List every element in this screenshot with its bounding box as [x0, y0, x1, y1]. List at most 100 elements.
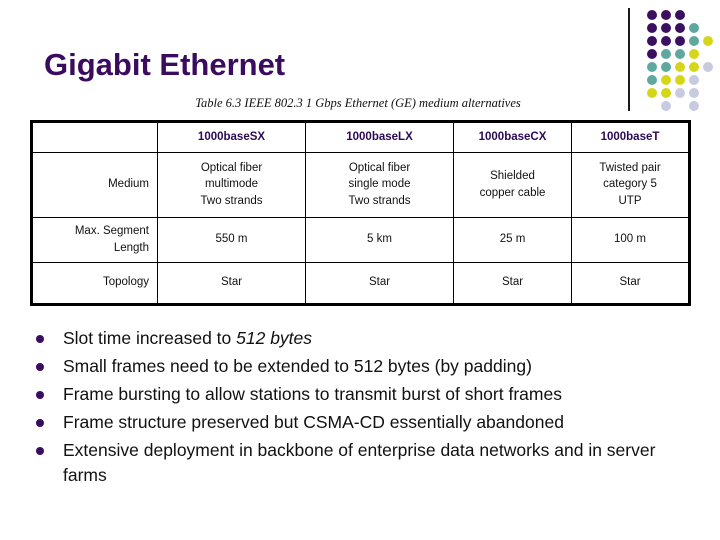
logo-dot-cell — [701, 47, 715, 60]
logo-dot-teal — [675, 48, 685, 59]
logo-dot-empty — [703, 75, 713, 85]
page-title: Gigabit Ethernet — [44, 47, 286, 82]
cell-seglen-cx: 25 m — [453, 216, 572, 263]
list-item-text: Extensive deployment in backbone of ente… — [63, 439, 656, 485]
logo-dot-yellow — [689, 61, 699, 72]
cell-seglen-sx: 550 m — [157, 216, 306, 263]
logo-dot-purple — [675, 35, 685, 46]
logo-dot-cell — [673, 60, 687, 73]
logo-dot-purple — [661, 22, 671, 33]
logo-dot-purple — [647, 22, 657, 33]
row-label-medium: Medium — [31, 151, 158, 218]
table-header-lx: 1000baseLX — [305, 121, 454, 153]
logo-dot-cell — [645, 60, 659, 73]
table-header-sx: 1000baseSX — [157, 121, 306, 153]
logo-dot-purple — [647, 9, 657, 20]
list-item: Extensive deployment in backbone of ente… — [30, 438, 700, 489]
logo-dot-cell — [673, 47, 687, 60]
table-header-cx: 1000baseCX — [453, 121, 572, 153]
bullet-icon — [36, 362, 44, 371]
logo-dot-lavender — [689, 74, 699, 85]
logo-dot-cell — [687, 34, 701, 47]
logo-dot-cell — [701, 99, 715, 112]
list-item: Frame bursting to allow stations to tran… — [30, 382, 700, 407]
logo-dot-cell — [687, 99, 701, 112]
logo-dot-cell — [659, 47, 673, 60]
cell-medium-cx: Shielded copper cable — [453, 151, 572, 218]
medium-alternatives-table: 1000baseSX 1000baseLX 1000baseCX 1000bas… — [30, 120, 691, 306]
logo-dot-cell — [673, 21, 687, 34]
list-item: Frame structure preserved but CSMA-CD es… — [30, 410, 700, 435]
logo-dot-purple — [675, 22, 685, 33]
cell-topology-t: Star — [571, 261, 690, 305]
logo-dot-empty — [703, 88, 713, 98]
logo-dot-cell — [687, 73, 701, 86]
cell-topology-sx: Star — [157, 261, 306, 305]
logo-dot-yellow — [675, 61, 685, 72]
logo-dot-cell — [701, 34, 715, 47]
cell-medium-t: Twisted pair category 5 UTP — [571, 151, 690, 218]
bullet-icon — [36, 446, 44, 455]
cell-medium-lx: Optical fiber single mode Two strands — [305, 151, 454, 218]
logo-dot-cell — [701, 21, 715, 34]
logo-dot-cell — [687, 47, 701, 60]
logo-dot-yellow — [675, 74, 685, 85]
logo-dot-cell — [673, 8, 687, 21]
logo-dot-cell — [659, 73, 673, 86]
logo-dot-cell — [659, 21, 673, 34]
logo-dot-cell — [687, 21, 701, 34]
table-row: Max. Segment Length 550 m 5 km 25 m 100 … — [31, 216, 690, 263]
cell-seglen-lx: 5 km — [305, 216, 454, 263]
logo-dot-cell — [645, 8, 659, 21]
bullet-list: Slot time increased to 512 bytes Small fr… — [30, 326, 700, 491]
table-header-row: 1000baseSX 1000baseLX 1000baseCX 1000bas… — [31, 121, 690, 153]
logo-dot-teal — [689, 35, 699, 46]
logo-dot-purple — [675, 9, 685, 20]
logo-dot-empty — [703, 10, 713, 20]
logo-dot-empty — [703, 101, 713, 111]
logo-dot-cell — [659, 60, 673, 73]
logo-dot-teal — [689, 22, 699, 33]
logo-dot-cell — [645, 47, 659, 60]
cell-medium-sx: Optical fiber multimode Two strands — [157, 151, 306, 218]
logo-dot-yellow — [661, 74, 671, 85]
logo-dot-lavender — [689, 100, 699, 111]
logo-dot-cell — [645, 21, 659, 34]
cell-topology-lx: Star — [305, 261, 454, 305]
bullet-icon — [36, 335, 44, 343]
logo-dot-teal — [647, 61, 657, 72]
list-item-text: Frame bursting to allow stations to tran… — [63, 383, 562, 404]
logo-dot-teal — [661, 61, 671, 72]
logo-dot-purple — [661, 9, 671, 20]
logo-dot-cell — [687, 86, 701, 99]
logo-dot-empty — [703, 23, 713, 33]
logo-dot-empty — [703, 49, 713, 59]
list-item-text: Frame structure preserved but CSMA-CD es… — [63, 411, 564, 432]
list-item-emphasis: 512 bytes — [236, 328, 313, 348]
logo-dot-cell — [673, 34, 687, 47]
logo-dot-empty — [689, 10, 699, 20]
cell-seglen-t: 100 m — [571, 216, 690, 263]
logo-dot-purple — [647, 48, 657, 59]
logo-dot-cell — [645, 73, 659, 86]
logo-dot-teal — [647, 74, 657, 85]
table-caption: Table 6.3 IEEE 802.3 1 Gbps Ethernet (GE… — [195, 96, 521, 110]
bullet-icon — [36, 418, 44, 427]
logo-dot-purple — [647, 35, 657, 46]
logo-dot-cell — [645, 34, 659, 47]
logo-dot-cell — [687, 60, 701, 73]
logo-dot-cell — [701, 86, 715, 99]
logo-dot-cell — [687, 8, 701, 21]
logo-dot-yellow — [703, 35, 713, 46]
list-item: Slot time increased to 512 bytes — [30, 326, 700, 351]
list-item-text: Small frames need to be extended to 512 … — [63, 355, 532, 376]
logo-dot-lavender — [703, 61, 713, 72]
cell-topology-cx: Star — [453, 261, 572, 305]
list-item: Small frames need to be extended to 512 … — [30, 354, 700, 379]
bullet-icon — [36, 390, 44, 399]
table-row: Medium Optical fiber multimode Two stran… — [31, 151, 690, 218]
list-item-text: Slot time increased to — [63, 328, 237, 348]
table-header-corner — [31, 121, 158, 153]
logo-dot-cell — [659, 8, 673, 21]
logo-dot-cell — [659, 34, 673, 47]
